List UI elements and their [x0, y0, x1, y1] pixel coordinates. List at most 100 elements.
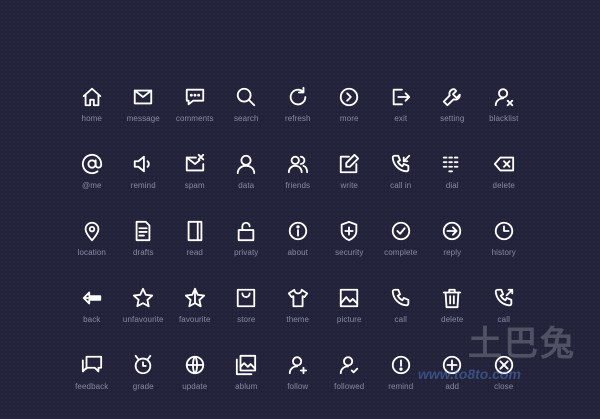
icon-label: comments [175, 114, 214, 123]
watermark-logo: 土巴兔 [468, 324, 576, 364]
icon-label: complete [384, 248, 418, 257]
at-icon [79, 151, 105, 177]
icon-label: ablum [235, 382, 258, 391]
icon-label: search [233, 114, 259, 123]
icon-tile-at: @me [66, 151, 118, 218]
icon-label: reply [443, 248, 462, 257]
remind-icon [130, 151, 156, 177]
grade-icon [130, 352, 156, 378]
icon-label: grade [132, 382, 154, 391]
icon-tile-grade: grade [118, 352, 170, 419]
icon-label: security [335, 248, 364, 257]
icon-label: favourite [178, 315, 211, 324]
icon-tile-data: data [221, 151, 273, 218]
follow-icon [285, 352, 311, 378]
icon-label: follow [287, 382, 309, 391]
theme-icon [285, 285, 311, 311]
icon-label: drafts [132, 248, 154, 257]
icon-tile-about: about [272, 218, 324, 285]
blacklist-icon [491, 84, 517, 110]
icon-label: exit [394, 114, 408, 123]
icon-label: more [339, 114, 359, 123]
home-icon [79, 84, 105, 110]
privacy-icon [233, 218, 259, 244]
security-icon [336, 218, 362, 244]
icon-tile-comments: comments [169, 84, 221, 151]
icon-label: dial [445, 181, 459, 190]
icon-tile-blacklist: blacklist [478, 84, 530, 151]
icon-label: message [126, 114, 160, 123]
icon-tile-search: search [221, 84, 273, 151]
spam-icon [182, 151, 208, 177]
dial-icon [439, 151, 465, 177]
icon-tile-remind: remind [118, 151, 170, 218]
icon-tile-store: store [221, 285, 273, 352]
call-out-icon [491, 285, 517, 311]
favourite-icon [182, 285, 208, 311]
feedback-icon [79, 352, 105, 378]
about-icon [285, 218, 311, 244]
icon-label: feedback [75, 382, 109, 391]
icon-label: setting [440, 114, 465, 123]
icon-label: spam [184, 181, 205, 190]
icon-tile-reply: reply [427, 218, 479, 285]
icon-label: location [77, 248, 106, 257]
icon-tile-album: ablum [221, 352, 273, 419]
location-icon [79, 218, 105, 244]
icon-tile-write: write [324, 151, 376, 218]
icon-row: @me remind spam data friends write call in dial… [66, 151, 546, 218]
icon-tile-dial: dial [427, 151, 479, 218]
icon-tile-call-in: call in [375, 151, 427, 218]
reply-icon [439, 218, 465, 244]
search-icon [233, 84, 259, 110]
data-icon [233, 151, 259, 177]
icon-tile-history: history [478, 218, 530, 285]
write-icon [336, 151, 362, 177]
icon-tile-location: location [66, 218, 118, 285]
icon-tile-home: home [66, 84, 118, 151]
back-icon [79, 285, 105, 311]
icon-label: @me [81, 181, 102, 190]
icon-label: privaty [234, 248, 259, 257]
icon-tile-privacy: privaty [221, 218, 273, 285]
call-in-icon [388, 151, 414, 177]
icon-tile-delete: delete [478, 151, 530, 218]
icon-tile-feedback: feedback [66, 352, 118, 419]
delete-icon [491, 151, 517, 177]
icon-tile-more: more [324, 84, 376, 151]
icon-tile-exit: exit [375, 84, 427, 151]
icon-label: store [237, 315, 256, 324]
icon-tile-spam: spam [169, 151, 221, 218]
icon-row: location drafts read privaty about security co… [66, 218, 546, 285]
friends-icon [285, 151, 311, 177]
icon-row: home message comments search refresh more exit… [66, 84, 546, 151]
icon-tile-security: security [324, 218, 376, 285]
icon-label: update [182, 382, 208, 391]
call-icon [388, 285, 414, 311]
comments-icon [182, 84, 208, 110]
history-icon [491, 218, 517, 244]
setting-icon [439, 84, 465, 110]
followed-icon [336, 352, 362, 378]
store-icon [233, 285, 259, 311]
icon-label: friends [285, 181, 311, 190]
icon-label: unfavourite [122, 315, 164, 324]
icon-tile-setting: setting [427, 84, 479, 151]
icon-label: blacklist [489, 114, 519, 123]
icon-label: followed [334, 382, 365, 391]
icon-label: read [186, 248, 203, 257]
icon-tile-complete: complete [375, 218, 427, 285]
icon-tile-followed: followed [324, 352, 376, 419]
more-icon [336, 84, 362, 110]
icon-tile-follow: follow [272, 352, 324, 419]
icon-label: call in [390, 181, 412, 190]
trash-icon [439, 285, 465, 311]
icon-tile-back: back [66, 285, 118, 352]
read-icon [182, 218, 208, 244]
watermark: 土巴兔 www.to8to.com [390, 314, 590, 394]
watermark-site: www.to8to.com [418, 366, 521, 382]
icon-label: refresh [284, 114, 311, 123]
icon-tile-picture: picture [324, 285, 376, 352]
icon-tile-read: read [169, 218, 221, 285]
icon-tile-favourite: favourite [169, 285, 221, 352]
